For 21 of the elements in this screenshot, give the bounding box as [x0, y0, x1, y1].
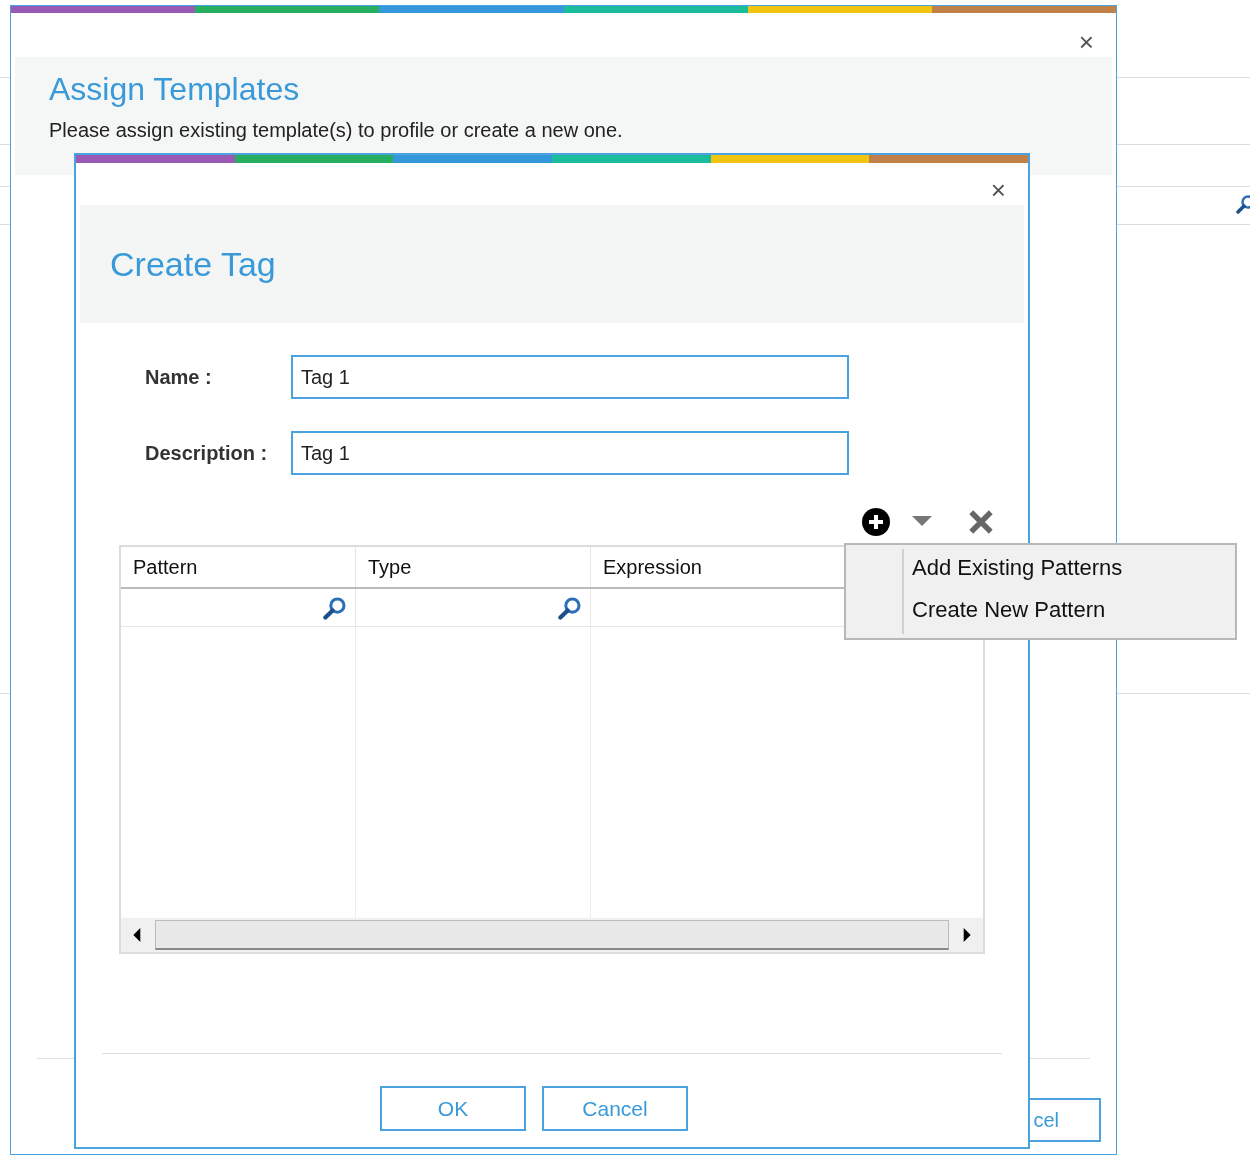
menu-item[interactable]: Add Existing Patterns [912, 553, 1123, 583]
column-header[interactable]: Pattern [121, 547, 356, 587]
field-label: Description : [145, 441, 269, 466]
scrollbar-thumb[interactable] [155, 920, 949, 950]
search-icon[interactable] [558, 595, 582, 620]
plus-circle-icon[interactable] [862, 508, 890, 536]
dialog-subtitle: Please assign existing template(s) to profile or create a new one. [49, 118, 624, 143]
menu-item[interactable]: Create New Pattern [912, 595, 1123, 625]
text-field[interactable]: Tag 1 [291, 431, 849, 475]
caret-icon[interactable] [912, 516, 932, 528]
text-field[interactable]: Tag 1 [291, 355, 849, 399]
close-button[interactable]: × [990, 175, 1006, 205]
dialog-title: Assign Templates [49, 70, 301, 109]
column-header[interactable]: Type [356, 547, 591, 587]
search-icon[interactable] [323, 595, 347, 620]
horizontal-scrollbar[interactable] [121, 918, 983, 952]
field-label: Name : [145, 365, 213, 390]
delete-icon[interactable] [968, 509, 994, 535]
dialog-title: Create Tag [110, 243, 276, 285]
close-button[interactable]: × [1078, 27, 1094, 57]
search-icon[interactable] [1236, 194, 1250, 214]
